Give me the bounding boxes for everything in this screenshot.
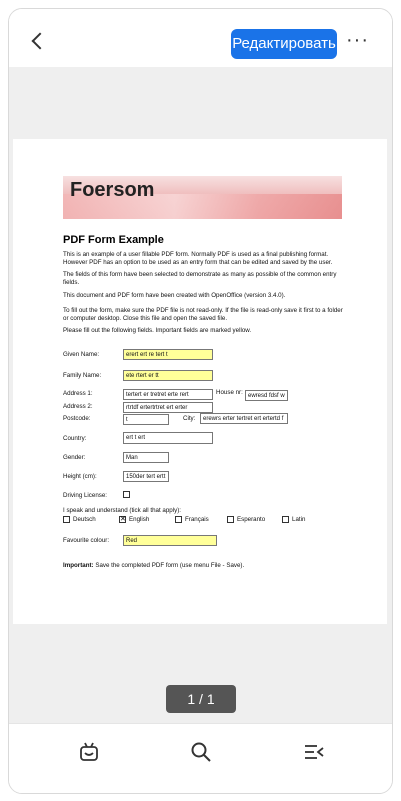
- address2-field[interactable]: rtrtdf ertertrtret ert erter: [123, 402, 213, 413]
- language-checkbox-francais[interactable]: [175, 516, 182, 523]
- bottom-bar: [9, 723, 392, 793]
- gender-field[interactable]: Man: [123, 452, 169, 463]
- family-name-label: Family Name:: [63, 372, 102, 379]
- colour-label: Favourite colour:: [63, 537, 110, 544]
- country-field[interactable]: ert t ert: [123, 432, 213, 444]
- language-label-francais: Français: [185, 516, 209, 523]
- header-banner: Foersom: [63, 176, 342, 219]
- postcode-field[interactable]: t: [123, 414, 169, 425]
- language-label-english: English: [129, 516, 150, 523]
- languages-label: I speak and understand (tick all that ap…: [63, 507, 181, 514]
- house-nr-label: House nr:: [216, 389, 243, 396]
- paragraph-fill-out: Please fill out the following fields. Im…: [63, 327, 252, 334]
- driving-license-checkbox[interactable]: [123, 491, 130, 498]
- height-field[interactable]: 150der tert ertt: [123, 471, 169, 482]
- important-note: Important: Save the completed PDF form (…: [63, 562, 244, 569]
- page-indicator: 1 / 1: [166, 685, 236, 713]
- address1-field[interactable]: tertert er tretret erte rert: [123, 389, 213, 400]
- driving-license-label: Driving License:: [63, 492, 108, 499]
- language-checkbox-english[interactable]: ✕: [119, 516, 126, 523]
- outline-icon[interactable]: [302, 740, 326, 764]
- back-icon[interactable]: [31, 32, 49, 50]
- paragraph-openoffice: This document and PDF form have been cre…: [63, 292, 286, 299]
- house-nr-field[interactable]: ewresd fdsf w: [245, 390, 288, 401]
- paragraph-instructions: To fill out the form, make sure the PDF …: [63, 307, 343, 322]
- given-name-field[interactable]: erert ert re tert t: [123, 349, 213, 360]
- language-checkbox-deutsch[interactable]: [63, 516, 70, 523]
- city-label: City:: [183, 415, 196, 422]
- search-icon[interactable]: [189, 740, 213, 764]
- address1-label: Address 1:: [63, 390, 93, 397]
- gender-label: Gender:: [63, 454, 86, 461]
- language-checkbox-latin[interactable]: [282, 516, 289, 523]
- colour-field[interactable]: Red: [123, 535, 217, 546]
- foersom-logo: Foersom: [70, 179, 155, 201]
- document-title: PDF Form Example: [63, 234, 164, 246]
- language-label-deutsch: Deutsch: [73, 516, 96, 523]
- important-note-bold: Important:: [63, 562, 94, 569]
- language-label-esperanto: Esperanto: [237, 516, 266, 523]
- phone-frame: Редактировать ··· Foersom PDF Form Examp…: [8, 8, 393, 794]
- postcode-label: Postcode:: [63, 415, 91, 422]
- given-name-label: Given Name:: [63, 351, 100, 358]
- country-label: Country:: [63, 435, 87, 442]
- family-name-field[interactable]: ete rtert er tt: [123, 370, 213, 381]
- paragraph-intro: This is an example of a user fillable PD…: [63, 251, 333, 266]
- pdf-page: Foersom PDF Form Example This is an exam…: [13, 139, 387, 624]
- top-bar: Редактировать ···: [9, 9, 392, 67]
- paragraph-fields: The fields of this form have been select…: [63, 271, 337, 286]
- address2-label: Address 2:: [63, 403, 93, 410]
- language-checkbox-esperanto[interactable]: [227, 516, 234, 523]
- pdf-viewer[interactable]: Foersom PDF Form Example This is an exam…: [9, 67, 392, 723]
- bot-icon[interactable]: [77, 740, 101, 764]
- more-icon[interactable]: ···: [346, 30, 370, 54]
- city-field[interactable]: erewrs erter tertret ert ertertd f: [200, 413, 288, 424]
- language-label-latin: Latin: [292, 516, 306, 523]
- important-note-text: Save the completed PDF form (use menu Fi…: [93, 562, 245, 569]
- edit-button[interactable]: Редактировать: [231, 29, 337, 59]
- height-label: Height (cm):: [63, 473, 97, 480]
